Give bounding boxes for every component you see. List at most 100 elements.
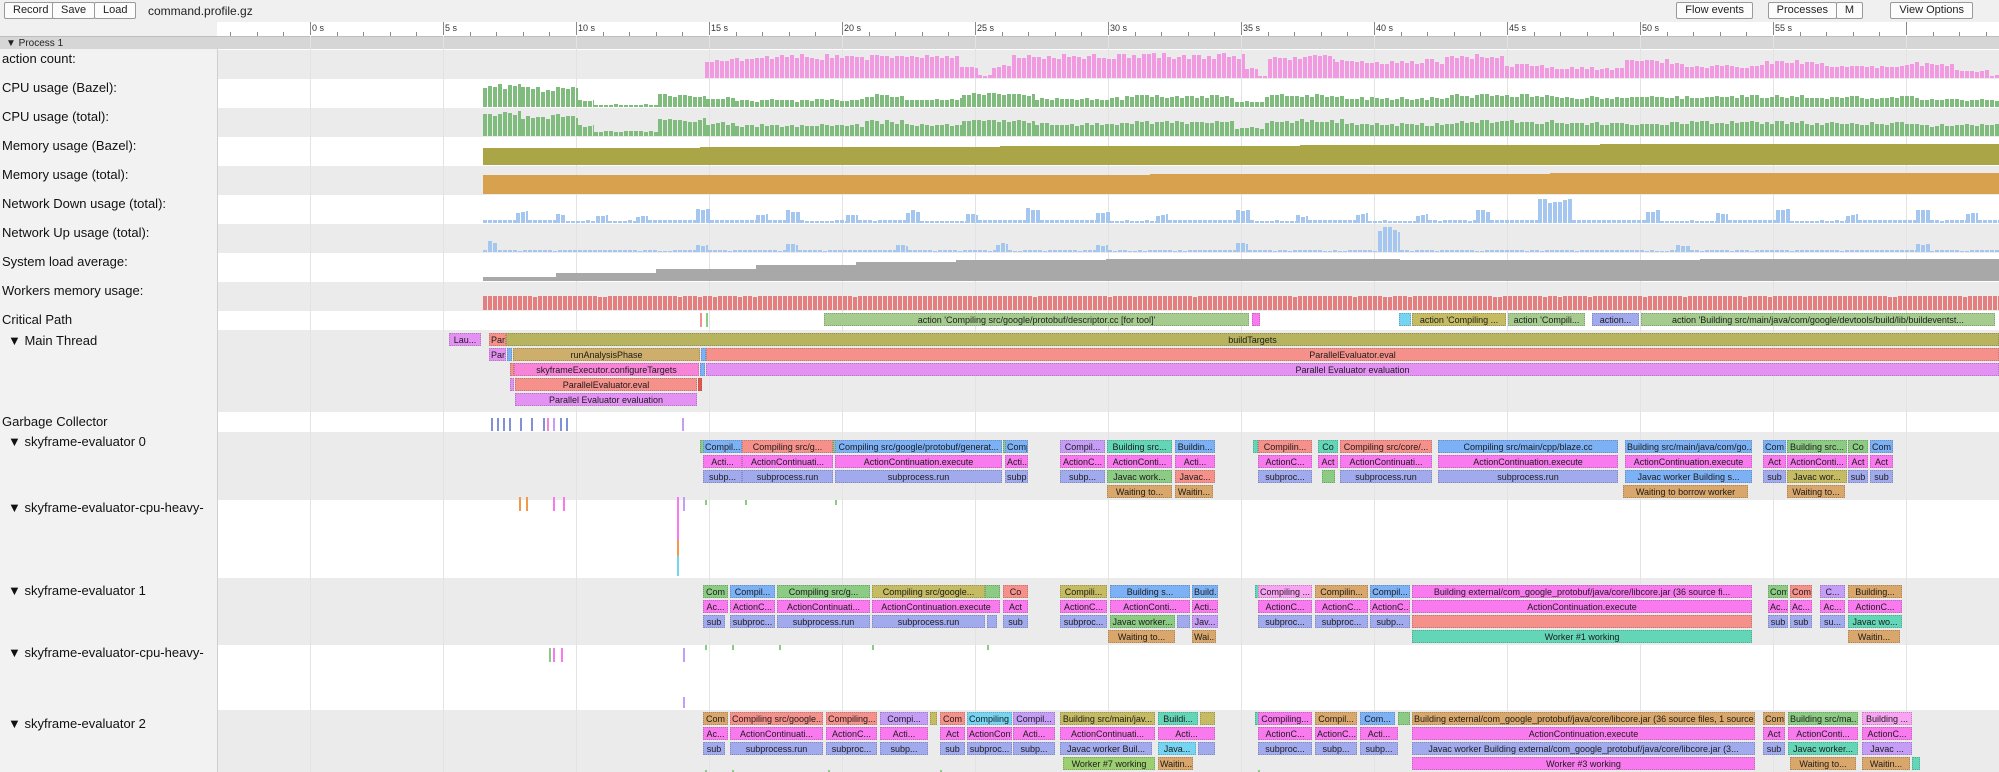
trace-slice[interactable]: Com bbox=[703, 585, 728, 598]
instant-event-tick[interactable] bbox=[779, 645, 781, 650]
instant-event-tick[interactable] bbox=[503, 418, 505, 431]
trace-slice[interactable]: ActionConti... bbox=[967, 727, 1012, 740]
trace-slice[interactable]: subp... bbox=[1005, 470, 1028, 483]
trace-slice[interactable]: sub bbox=[1003, 615, 1028, 628]
trace-slice[interactable]: ActionContinuation.execute bbox=[872, 600, 1000, 613]
instant-event-tick[interactable] bbox=[563, 497, 565, 511]
trace-slice[interactable]: Act bbox=[940, 727, 965, 740]
trace-slice[interactable]: Jav... bbox=[1192, 615, 1218, 628]
trace-slice[interactable]: Compiling src/google... bbox=[872, 585, 985, 598]
trace-slice[interactable]: subp... bbox=[703, 470, 742, 483]
trace-slice[interactable]: Co bbox=[1848, 440, 1868, 453]
trace-slice[interactable]: sub bbox=[1763, 470, 1786, 483]
trace-slice[interactable]: Building external/com_google_protobuf/ja… bbox=[1412, 712, 1755, 725]
trace-slice[interactable]: Compilin... bbox=[1258, 440, 1312, 453]
instant-event-tick[interactable] bbox=[509, 418, 511, 431]
trace-slice[interactable]: Worker #3 working bbox=[1412, 757, 1755, 770]
trace-slice[interactable]: subprocess.run bbox=[1340, 470, 1432, 483]
trace-slice[interactable]: Compili... bbox=[1060, 585, 1107, 598]
trace-slice[interactable]: Waiting to... bbox=[1107, 485, 1172, 498]
trace-slice[interactable]: ActionContinuation.execute bbox=[1625, 455, 1752, 468]
trace-slice[interactable]: Ac... bbox=[1790, 600, 1812, 613]
trace-slice[interactable]: subp... bbox=[880, 742, 928, 755]
trace-slice[interactable]: action... bbox=[1592, 313, 1639, 326]
trace-slice[interactable]: Waitin... bbox=[1175, 485, 1213, 498]
trace-slice[interactable]: Wai... bbox=[1192, 630, 1216, 643]
trace-slice-small[interactable] bbox=[1198, 742, 1215, 755]
instant-event-tick[interactable] bbox=[682, 418, 684, 431]
trace-slice[interactable]: Com bbox=[1790, 585, 1812, 598]
trace-slice[interactable]: action 'Compiling ... bbox=[1412, 313, 1506, 326]
trace-slice[interactable]: subproc... bbox=[1258, 470, 1312, 483]
trace-slice[interactable]: Com bbox=[1763, 712, 1785, 725]
instant-event-tick[interactable] bbox=[549, 648, 551, 662]
trace-slice-small[interactable] bbox=[1252, 313, 1260, 326]
trace-slice[interactable]: ActionConti... bbox=[1787, 455, 1847, 468]
trace-slice[interactable]: Act bbox=[1318, 455, 1338, 468]
trace-slice[interactable]: Acti... bbox=[1175, 455, 1215, 468]
trace-slice[interactable]: ActionConti... bbox=[1110, 600, 1190, 613]
trace-slice[interactable]: Compi... bbox=[880, 712, 928, 725]
instant-event-tick[interactable] bbox=[553, 497, 555, 511]
trace-slice[interactable]: Waitin... bbox=[1848, 630, 1900, 643]
trace-slice[interactable]: Acti... bbox=[880, 727, 928, 740]
track-label[interactable]: ▼ Main Thread bbox=[8, 333, 218, 348]
trace-slice[interactable]: Ac... bbox=[703, 600, 728, 613]
trace-slice[interactable]: Compiling src/google/protobuf/generat... bbox=[835, 440, 1002, 453]
instant-event-tick[interactable] bbox=[683, 497, 685, 511]
trace-slice[interactable]: action 'Compili... bbox=[1508, 313, 1585, 326]
trace-slice[interactable]: Compiling src/main/cpp/blaze.cc bbox=[1438, 440, 1618, 453]
instant-event-tick[interactable] bbox=[566, 418, 568, 431]
trace-slice-small[interactable] bbox=[1412, 615, 1752, 628]
trace-slice[interactable]: Compiling ... bbox=[967, 712, 1012, 725]
trace-slice[interactable]: ActionContinuati... bbox=[1340, 455, 1432, 468]
trace-slice[interactable]: ActionC... bbox=[1370, 600, 1410, 613]
trace-slice[interactable]: Waitin... bbox=[1862, 757, 1910, 770]
trace-slice[interactable]: subp... bbox=[1360, 742, 1398, 755]
trace-slice[interactable]: Building external/com_google_protobuf/ja… bbox=[1412, 585, 1752, 598]
instant-event-tick[interactable] bbox=[561, 648, 563, 662]
trace-slice[interactable]: ActionC... bbox=[1258, 600, 1312, 613]
trace-slice[interactable]: subproc... bbox=[967, 742, 1012, 755]
instant-event-tick[interactable] bbox=[732, 645, 734, 650]
trace-slice[interactable]: Act bbox=[1763, 727, 1785, 740]
trace-slice[interactable]: Acti... bbox=[1192, 600, 1218, 613]
trace-slice[interactable]: Parallel Evaluator evaluation bbox=[706, 363, 1999, 376]
counter-CPU-usage-Bazel[interactable] bbox=[217, 79, 1999, 108]
trace-slice[interactable]: Co bbox=[1318, 440, 1338, 453]
trace-slice[interactable]: Compil... bbox=[1060, 440, 1105, 453]
trace-slice[interactable]: Compil... bbox=[1013, 712, 1055, 725]
trace-slice[interactable]: Com bbox=[1763, 440, 1786, 453]
instant-event-tick[interactable] bbox=[683, 697, 685, 708]
instant-event-tick[interactable] bbox=[519, 497, 521, 511]
trace-slice[interactable]: subprocess.run bbox=[835, 470, 1002, 483]
trace-slice[interactable]: Ac... bbox=[703, 727, 728, 740]
instant-event-tick[interactable] bbox=[547, 418, 549, 431]
trace-slice[interactable]: buildTargets bbox=[506, 333, 1999, 346]
counter-Workers-memory-usage[interactable] bbox=[217, 282, 1999, 311]
trace-slice[interactable]: Worker #1 working bbox=[1412, 630, 1752, 643]
instant-event-tick[interactable] bbox=[497, 418, 499, 431]
trace-slice[interactable]: Building src/main/java/com/go... bbox=[1625, 440, 1752, 453]
instant-event-tick[interactable] bbox=[560, 418, 562, 431]
trace-slice[interactable]: Compiling ... bbox=[1258, 585, 1312, 598]
trace-slice[interactable]: subprocess.run bbox=[1438, 470, 1618, 483]
trace-slice[interactable]: ActionC... bbox=[1848, 600, 1902, 613]
trace-slice[interactable]: subprocess.run bbox=[742, 470, 833, 483]
trace-slice[interactable]: ActionContinuation.execute bbox=[835, 455, 1002, 468]
trace-slice-small[interactable] bbox=[987, 615, 997, 628]
trace-slice[interactable]: Javac wo... bbox=[1848, 615, 1902, 628]
trace-slice-small[interactable] bbox=[985, 585, 1000, 598]
trace-slice[interactable]: Buildin... bbox=[1175, 440, 1215, 453]
trace-slice[interactable]: Waitin... bbox=[1158, 757, 1193, 770]
trace-slice[interactable]: subproc... bbox=[1315, 615, 1368, 628]
trace-slice[interactable]: sub bbox=[940, 742, 965, 755]
instant-event-tick[interactable] bbox=[677, 497, 679, 540]
trace-slice[interactable]: Javac work... bbox=[1107, 470, 1172, 483]
instant-event-tick[interactable] bbox=[526, 497, 528, 511]
trace-slice[interactable]: ActionContinuati... bbox=[742, 455, 833, 468]
counter-Network-Down-usage-total[interactable] bbox=[217, 195, 1999, 224]
trace-slice[interactable]: Compil... bbox=[703, 440, 742, 453]
trace-slice-small[interactable] bbox=[1177, 615, 1190, 628]
instant-event-tick[interactable] bbox=[835, 500, 837, 505]
